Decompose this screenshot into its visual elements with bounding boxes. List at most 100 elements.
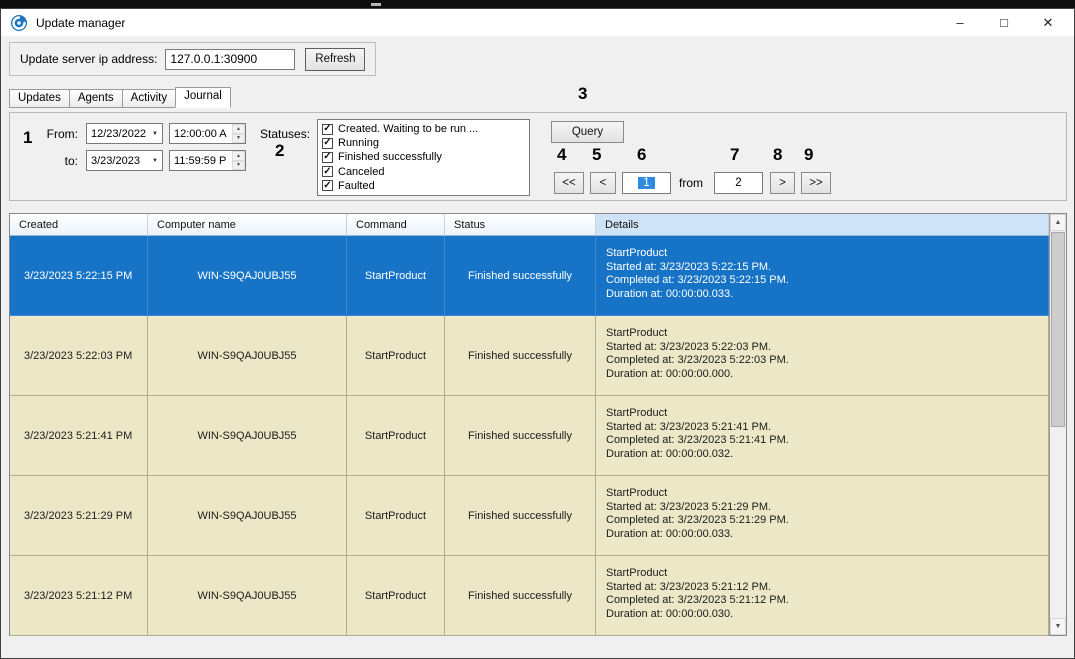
title-bar: Update manager – □ ✕	[1, 9, 1074, 36]
to-time-picker[interactable]: 11:59:59 P ▲ ▼	[169, 150, 246, 171]
column-header-computer-name[interactable]: Computer name	[148, 214, 347, 235]
cell-status: Finished successfully	[445, 316, 596, 395]
column-header-created[interactable]: Created	[10, 214, 148, 235]
cell-status: Finished successfully	[445, 476, 596, 555]
cell-details: StartProduct Started at: 3/23/2023 5:21:…	[596, 476, 1049, 555]
cell-details: StartProduct Started at: 3/23/2023 5:21:…	[596, 396, 1049, 475]
cell-status: Finished successfully	[445, 236, 596, 315]
cell-command: StartProduct	[347, 556, 445, 635]
cell-details: StartProduct Started at: 3/23/2023 5:21:…	[596, 556, 1049, 635]
status-checkbox-label: Created. Waiting to be run ...	[338, 123, 478, 135]
window-title: Update manager	[36, 16, 125, 30]
cell-created: 3/23/2023 5:21:29 PM	[10, 476, 148, 555]
from-time-spinner: ▲ ▼	[232, 124, 245, 143]
spin-down-icon[interactable]: ▼	[232, 161, 245, 171]
table-row[interactable]: 3/23/2023 5:21:12 PM WIN-S9QAJ0UBJ55 Sta…	[10, 556, 1049, 636]
status-checkbox-label: Running	[338, 137, 379, 149]
checkbox-checked-icon[interactable]: ✓	[322, 138, 333, 149]
checkbox-checked-icon[interactable]: ✓	[322, 152, 333, 163]
annotation-9: 9	[804, 145, 813, 165]
cell-created: 3/23/2023 5:22:03 PM	[10, 316, 148, 395]
scrollbar-thumb[interactable]	[1051, 232, 1065, 427]
journal-grid: Created Computer name Command Status Det…	[9, 213, 1067, 636]
cell-computer-name: WIN-S9QAJ0UBJ55	[148, 236, 347, 315]
checkbox-checked-icon[interactable]: ✓	[322, 180, 333, 191]
from-time-picker[interactable]: 12:00:00 A ▲ ▼	[169, 123, 246, 144]
status-checkbox-label: Faulted	[338, 180, 375, 192]
pagination-next-button[interactable]: >	[770, 172, 795, 194]
close-button[interactable]: ✕	[1026, 9, 1070, 36]
to-date-picker[interactable]: 3/23/2023 ▼	[86, 150, 163, 171]
status-checkbox-item[interactable]: ✓ Created. Waiting to be run ...	[322, 122, 525, 136]
tab-journal[interactable]: Journal	[175, 87, 231, 108]
table-row[interactable]: 3/23/2023 5:21:29 PM WIN-S9QAJ0UBJ55 Sta…	[10, 476, 1049, 556]
cell-command: StartProduct	[347, 316, 445, 395]
cell-details: StartProduct Started at: 3/23/2023 5:22:…	[596, 316, 1049, 395]
pagination-first-button[interactable]: <<	[554, 172, 584, 194]
table-row[interactable]: 3/23/2023 5:22:15 PM WIN-S9QAJ0UBJ55 Sta…	[10, 236, 1049, 316]
table-row[interactable]: 3/23/2023 5:21:41 PM WIN-S9QAJ0UBJ55 Sta…	[10, 396, 1049, 476]
server-address-input[interactable]: 127.0.0.1:30900	[165, 49, 295, 70]
scroll-up-icon[interactable]: ▲	[1050, 214, 1066, 231]
cell-created: 3/23/2023 5:21:41 PM	[10, 396, 148, 475]
current-page-value: 1	[638, 177, 654, 189]
top-strip-artifact	[371, 3, 381, 6]
maximize-button[interactable]: □	[982, 9, 1026, 36]
column-header-status[interactable]: Status	[445, 214, 596, 235]
chevron-down-icon[interactable]: ▼	[148, 124, 162, 143]
annotation-6: 6	[637, 145, 646, 165]
cell-command: StartProduct	[347, 236, 445, 315]
status-checkbox-label: Finished successfully	[338, 151, 442, 163]
to-time-value: 11:59:59 P	[170, 155, 232, 167]
from-date-picker[interactable]: 12/23/2022 ▼	[86, 123, 163, 144]
query-button[interactable]: Query	[551, 121, 624, 143]
to-label: to:	[30, 154, 78, 168]
cell-computer-name: WIN-S9QAJ0UBJ55	[148, 316, 347, 395]
grid-content: Created Computer name Command Status Det…	[10, 214, 1049, 635]
from-label: From:	[30, 127, 78, 141]
status-checkbox-item[interactable]: ✓ Canceled	[322, 165, 525, 179]
cell-command: StartProduct	[347, 396, 445, 475]
table-row[interactable]: 3/23/2023 5:22:03 PM WIN-S9QAJ0UBJ55 Sta…	[10, 316, 1049, 396]
total-pages-input[interactable]: 2	[714, 172, 763, 194]
cell-command: StartProduct	[347, 476, 445, 555]
chevron-down-icon[interactable]: ▼	[148, 151, 162, 170]
refresh-button[interactable]: Refresh	[305, 48, 365, 71]
annotation-2: 2	[275, 141, 284, 161]
annotation-8: 8	[773, 145, 782, 165]
annotation-5: 5	[592, 145, 601, 165]
screen-top-strip	[0, 0, 1075, 8]
column-header-command[interactable]: Command	[347, 214, 445, 235]
tab-activity[interactable]: Activity	[122, 89, 176, 108]
cell-created: 3/23/2023 5:22:15 PM	[10, 236, 148, 315]
statuses-checklist: ✓ Created. Waiting to be run ... ✓ Runni…	[317, 119, 530, 196]
annotation-4: 4	[557, 145, 566, 165]
minimize-button[interactable]: –	[938, 9, 982, 36]
current-page-input[interactable]: 1	[622, 172, 671, 194]
column-header-details[interactable]: Details	[596, 214, 1049, 235]
from-time-value: 12:00:00 A	[170, 128, 232, 140]
cell-details: StartProduct Started at: 3/23/2023 5:22:…	[596, 236, 1049, 315]
checkbox-checked-icon[interactable]: ✓	[322, 166, 333, 177]
pagination-last-button[interactable]: >>	[801, 172, 831, 194]
scroll-down-icon[interactable]: ▼	[1050, 618, 1066, 635]
statuses-label: Statuses:	[260, 127, 310, 141]
spin-up-icon[interactable]: ▲	[232, 151, 245, 161]
status-checkbox-item[interactable]: ✓ Faulted	[322, 179, 525, 193]
checkbox-checked-icon[interactable]: ✓	[322, 124, 333, 135]
cell-computer-name: WIN-S9QAJ0UBJ55	[148, 396, 347, 475]
tab-updates[interactable]: Updates	[9, 89, 70, 108]
status-checkbox-item[interactable]: ✓ Finished successfully	[322, 150, 525, 164]
update-manager-window: Update manager – □ ✕ Update server ip ad…	[0, 8, 1075, 659]
spin-up-icon[interactable]: ▲	[232, 124, 245, 134]
from-date-value: 12/23/2022	[87, 128, 148, 140]
tab-agents[interactable]: Agents	[69, 89, 123, 108]
to-time-spinner: ▲ ▼	[232, 151, 245, 170]
app-logo-icon	[11, 15, 27, 31]
vertical-scrollbar[interactable]: ▲ ▼	[1049, 214, 1066, 635]
status-checkbox-item[interactable]: ✓ Running	[322, 136, 525, 150]
spin-down-icon[interactable]: ▼	[232, 134, 245, 144]
pagination-prev-button[interactable]: <	[590, 172, 616, 194]
annotation-3: 3	[578, 84, 587, 104]
pagination-from-label: from	[679, 176, 703, 190]
